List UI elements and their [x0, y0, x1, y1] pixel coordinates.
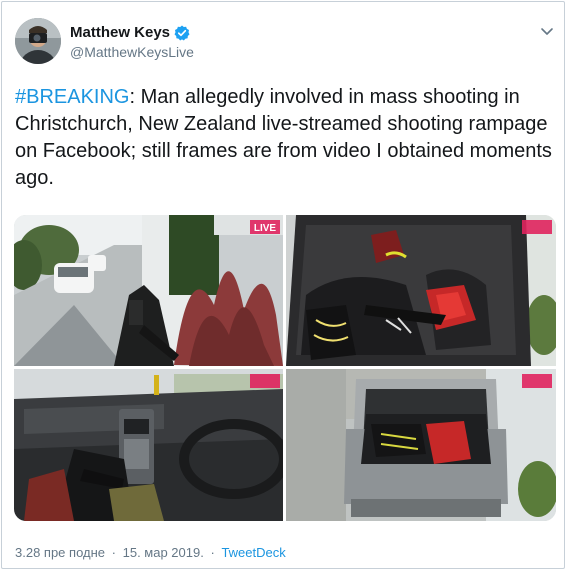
tweet-time[interactable]: 3.28 пре подне [15, 545, 105, 560]
chevron-down-icon[interactable] [540, 24, 554, 38]
tweet-card: Matthew Keys @MatthewKeysLive #BREAKING:… [1, 1, 565, 569]
verified-badge-icon [174, 25, 190, 41]
tweet-footer: 3.28 пре подне · 15. мар 2019. · TweetDe… [15, 545, 286, 560]
media-grid: LIVE [14, 215, 556, 521]
live-badge-1: LIVE [254, 223, 277, 234]
tweet-source-link[interactable]: TweetDeck [221, 545, 285, 560]
author-handle[interactable]: @MatthewKeysLive [70, 44, 194, 60]
author-name-row[interactable]: Matthew Keys [70, 24, 190, 41]
media-frame-4[interactable] [286, 369, 556, 521]
media-frame-3[interactable] [14, 369, 283, 521]
author-name[interactable]: Matthew Keys [70, 24, 170, 41]
media-frame-2[interactable] [286, 215, 556, 366]
footer-separator-1: · [111, 545, 116, 560]
footer-separator-2: · [210, 545, 215, 560]
hashtag-link[interactable]: #BREAKING [15, 86, 129, 108]
tweet-text: #BREAKING: Man allegedly involved in mas… [15, 84, 555, 192]
media-frame-1[interactable]: LIVE [14, 215, 283, 366]
tweet-date[interactable]: 15. мар 2019. [123, 545, 204, 560]
avatar[interactable] [15, 18, 61, 64]
